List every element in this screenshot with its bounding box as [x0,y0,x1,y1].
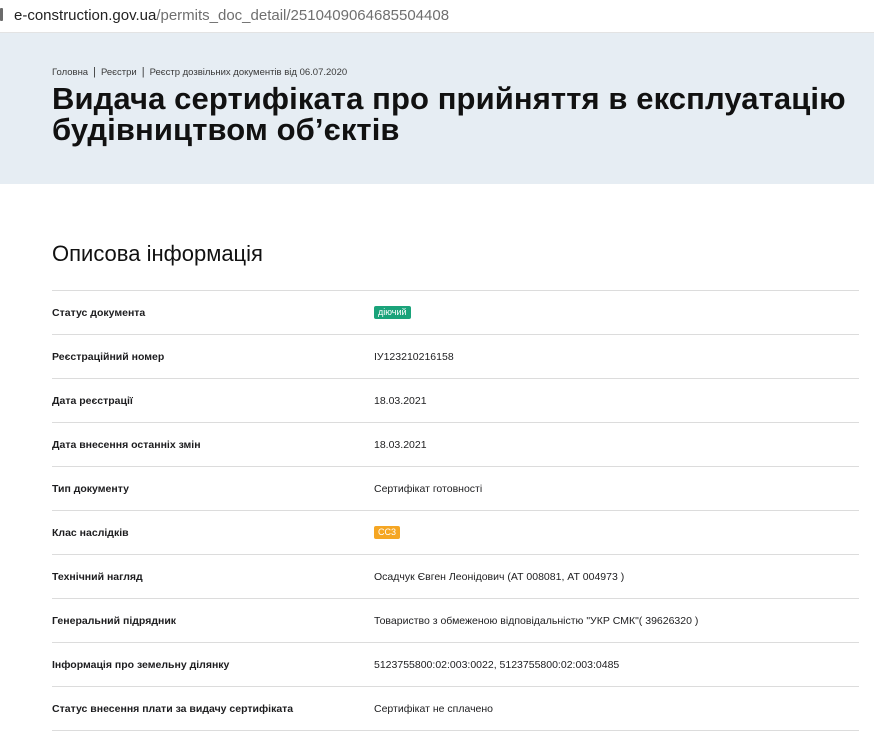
row-value: 18.03.2021 [374,395,427,407]
row-value: 5123755800:02:003:0022, 5123755800:02:00… [374,659,620,671]
breadcrumb-separator: | [93,66,96,78]
page-title-line-2: будівництвом об’єктів [52,112,400,147]
table-row: Статус документа діючий [52,290,859,334]
table-row: Інформація про земельну ділянку 512375580… [52,642,859,686]
page-header: Головна | Реєстри | Реєстр дозвільних докуме… [0,33,874,184]
row-value: Осадчук Євген Леонідович (АТ 008081, АТ … [374,571,625,583]
section-title: Описова інформація [52,241,263,266]
row-label: Клас наслідків [52,527,129,539]
url-text[interactable]: e-construction.gov.ua/permits_doc_detail… [14,7,449,24]
row-value: Товариство з обмеженою відповідальністю … [374,615,699,627]
table-row: Клас наслідків СС3 [52,510,859,554]
browser-address-bar[interactable]: e-construction.gov.ua/permits_doc_detail… [0,0,874,33]
row-value: 18.03.2021 [374,439,427,451]
page-title-line-1: Видача сертифіката про прийняття в експл… [52,81,846,116]
status-badge: діючий [374,306,411,319]
table-row: Статус внесення плати за видачу сертифік… [52,686,859,731]
breadcrumb-separator: | [141,66,145,78]
table-row: Тип документу Сертифікат готовності [52,466,859,510]
row-label: Реєстраційний номер [52,351,165,363]
row-label: Технічний нагляд [52,571,143,583]
table-row: Дата реєстрації 18.03.2021 [52,378,859,422]
lock-icon [0,8,3,21]
url-host: e-construction.gov.ua [14,7,157,24]
row-value: Сертифікат не сплачено [374,703,494,715]
row-value: Сертифікат готовності [374,483,483,495]
info-table: Статус документа діючий Реєстраційний номе… [52,290,859,731]
table-row: Генеральний підрядник Товариство з обмеже… [52,598,859,642]
table-row: Дата внесення останніх змін 18.03.2021 [52,422,859,466]
breadcrumb-registries[interactable]: Реєстри [101,67,137,78]
table-row: Реєстраційний номер ІУ123210216158 [52,334,859,378]
table-row: Технічний нагляд Осадчук Євген Леонідович… [52,554,859,598]
page-title: Видача сертифіката про прийняття в експл… [52,83,874,145]
row-label: Дата внесення останніх змін [52,439,201,451]
row-label: Тип документу [52,483,129,495]
row-label: Інформація про земельну ділянку [52,659,230,671]
row-label: Генеральний підрядник [52,615,177,627]
row-label: Дата реєстрації [52,395,133,407]
row-value: ІУ123210216158 [374,351,454,363]
row-label: Статус документа [52,307,146,319]
consequence-class-badge: СС3 [374,526,401,539]
breadcrumb-home[interactable]: Головна [52,67,88,78]
breadcrumb-current: Реєстр дозвільних документів від 06.07.2… [149,67,348,78]
url-path: /permits_doc_detail/2510409064685504408 [156,7,450,24]
breadcrumb: Головна | Реєстри | Реєстр дозвільних докуме… [52,66,347,78]
row-label: Статус внесення плати за видачу сертифік… [52,703,294,715]
